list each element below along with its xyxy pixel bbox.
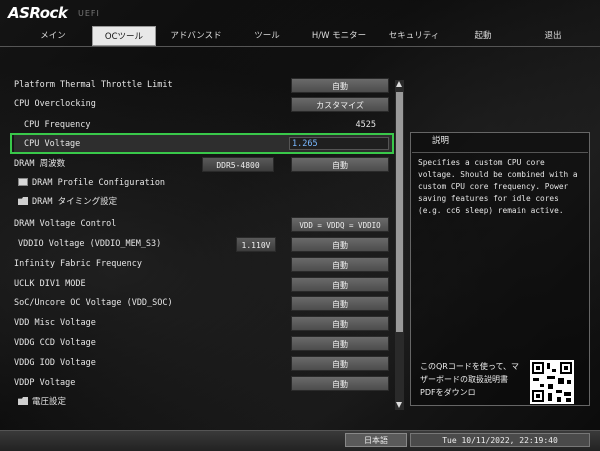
vddp-voltage-button[interactable]: 自動 [291,376,389,391]
datetime-display[interactable]: Tue 10/11/2022, 22:19:40 [410,433,590,447]
scroll-up-icon[interactable] [396,81,402,87]
tab-oc-tweaker[interactable]: OCツール [92,26,156,46]
qr-caption: このQRコードを使って、マザーボードの取扱説明書PDFをダウンロ [420,362,520,397]
tab-hw-monitor[interactable]: H/W モニター [302,26,376,46]
setting-vddp-voltage[interactable]: VDDP Voltage [14,375,75,391]
setting-infinity-fabric-frequency[interactable]: Infinity Fabric Frequency [14,256,142,272]
scrollbar-thumb[interactable] [396,92,403,332]
scroll-down-icon[interactable] [396,402,402,408]
voltage-settings-label: 電圧設定 [32,397,67,407]
vddio-voltage-button[interactable]: 自動 [291,237,389,252]
folder-icon [18,397,28,405]
description-title: 説明 [432,136,450,146]
description-divider [412,152,588,153]
vddio-voltage-value[interactable]: 1.110V [236,237,276,252]
cpu-voltage-input[interactable]: 1.265 [289,137,389,150]
vddg-iod-voltage-button[interactable]: 自動 [291,356,389,371]
vddg-ccd-voltage-button[interactable]: 自動 [291,336,389,351]
platform-thermal-throttle-limit-button[interactable]: 自動 [291,78,389,93]
tab-boot[interactable]: 起動 [458,26,508,46]
setting-dram-timing[interactable]: DRAM タイミング設定 [18,194,117,210]
setting-cpu-voltage[interactable]: CPU Voltage [24,136,80,152]
cpu-overclocking-button[interactable]: カスタマイズ [291,97,389,112]
setting-vddg-iod-voltage[interactable]: VDDG IOD Voltage [14,355,96,371]
vdd-misc-voltage-button[interactable]: 自動 [291,316,389,331]
description-text: Specifies a custom CPU core voltage. Sho… [418,158,578,215]
setting-dram-frequency[interactable]: DRAM 周波数 [14,156,65,172]
setting-platform-thermal-throttle-limit[interactable]: Platform Thermal Throttle Limit [14,77,173,93]
chip-icon [18,178,28,186]
dram-voltage-control-button[interactable]: VDD = VDDQ = VDDIO [291,217,389,232]
brand-logo: ASRock [8,4,68,22]
tab-exit[interactable]: 退出 [528,26,578,46]
setting-dram-voltage-control[interactable]: DRAM Voltage Control [14,216,116,232]
cpu-frequency-value[interactable]: 4525 [290,117,376,133]
dram-profile-configuration-label: DRAM Profile Configuration [32,178,166,188]
tab-advanced[interactable]: アドバンスド [162,26,230,46]
language-button[interactable]: 日本語 [345,433,407,447]
setting-vddg-ccd-voltage[interactable]: VDDG CCD Voltage [14,335,96,351]
dram-frequency-value[interactable]: DDR5-4800 [202,157,274,172]
qr-code-icon [530,360,574,404]
setting-voltage-settings[interactable]: 電圧設定 [18,394,66,410]
setting-dram-profile-configuration[interactable]: DRAM Profile Configuration [18,175,165,191]
setting-uclk-div1-mode[interactable]: UCLK DIV1 MODE [14,276,86,292]
setting-vddio-voltage[interactable]: VDDIO Voltage (VDDIO_MEM_S3) [18,236,161,252]
setting-soc-uncore-oc-voltage[interactable]: SoC/Uncore OC Voltage (VDD_SOC) [14,295,173,311]
uefi-label: UEFI [78,9,100,18]
main-nav: メイン OCツール アドバンスド ツール H/W モニター セキュリティ 起動 … [0,26,600,46]
setting-cpu-overclocking[interactable]: CPU Overclocking [14,96,96,112]
tab-tool[interactable]: ツール [240,26,294,46]
tab-security[interactable]: セキュリティ [380,26,448,46]
tab-main[interactable]: メイン [22,26,84,46]
uclk-div1-mode-button[interactable]: 自動 [291,277,389,292]
setting-cpu-frequency[interactable]: CPU Frequency [24,117,91,133]
nav-divider [0,46,600,47]
setting-vdd-misc-voltage[interactable]: VDD Misc Voltage [14,315,96,331]
dram-timing-label: DRAM タイミング設定 [32,197,118,207]
folder-icon [18,197,28,205]
soc-uncore-oc-voltage-button[interactable]: 自動 [291,296,389,311]
infinity-fabric-frequency-button[interactable]: 自動 [291,257,389,272]
dram-frequency-button[interactable]: 自動 [291,157,389,172]
